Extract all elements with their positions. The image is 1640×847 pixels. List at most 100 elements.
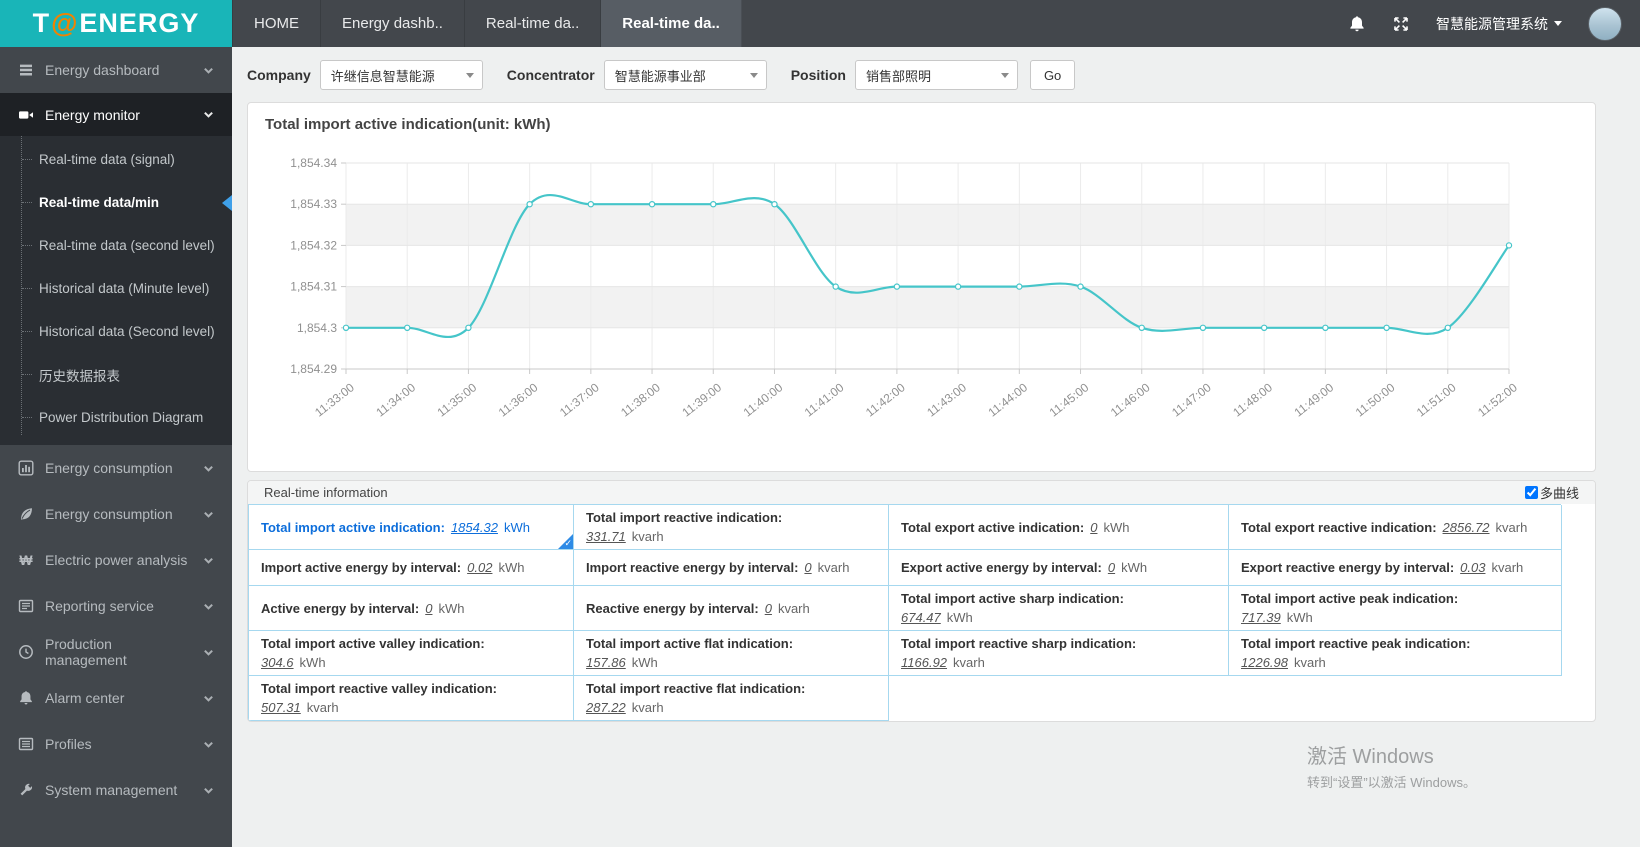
- chevron-down-icon: [204, 695, 213, 702]
- svg-text:1,854.3: 1,854.3: [297, 321, 337, 335]
- svg-text:11:34:00: 11:34:00: [373, 380, 418, 419]
- tab-energy-dashboard[interactable]: Energy dashb..: [321, 0, 465, 47]
- cell-active-energy-interval[interactable]: Active energy by interval: 0 kWh: [249, 586, 574, 631]
- list-icon: [18, 737, 34, 751]
- cell-total-import-active-indication[interactable]: Total import active indication: 1854.32 kW…: [249, 505, 574, 550]
- table-row: Import active energy by interval: 0.02 kWh…: [249, 550, 1562, 586]
- cell-reactive-energy-interval[interactable]: Reactive energy by interval: 0 kvarh: [574, 586, 889, 631]
- go-button[interactable]: Go: [1029, 60, 1076, 90]
- concentrator-select[interactable]: 智慧能源事业部: [603, 60, 767, 90]
- svg-text:11:46:00: 11:46:00: [1108, 380, 1153, 419]
- chevron-down-icon: [204, 67, 213, 74]
- svg-text:11:35:00: 11:35:00: [435, 380, 480, 419]
- position-label: Position: [790, 67, 846, 83]
- sidebar-item-label: Electric power analysis: [45, 552, 188, 568]
- sidebar-item-system-management[interactable]: System management: [0, 767, 232, 813]
- svg-text:1,854.32: 1,854.32: [290, 238, 337, 252]
- cell-total-export-reactive-indication[interactable]: Total export reactive indication: 2856.72…: [1229, 505, 1562, 550]
- svg-text:11:41:00: 11:41:00: [802, 380, 847, 419]
- cell-total-import-reactive-flat[interactable]: Total import reactive flat indication: 28…: [574, 676, 889, 721]
- notification-bell-icon[interactable]: [1348, 15, 1366, 33]
- cell-export-active-energy-interval[interactable]: Export active energy by interval: 0 kWh: [889, 550, 1229, 586]
- sidebar-subitem-realtime-data-min[interactable]: Real-time data/min: [0, 181, 232, 224]
- sidebar-item-energy-consumption-1[interactable]: Energy consumption: [0, 445, 232, 491]
- cell-total-import-active-sharp[interactable]: Total import active sharp indication: 674…: [889, 586, 1229, 631]
- tab-home[interactable]: HOME: [232, 0, 321, 47]
- cell-total-import-reactive-indication[interactable]: Total import reactive indication: 331.71 k…: [574, 505, 889, 550]
- tab-realtime-data-2[interactable]: Real-time da..: [601, 0, 742, 47]
- bar-chart-icon: [18, 460, 34, 476]
- svg-text:11:33:00: 11:33:00: [312, 380, 357, 419]
- cell-total-import-active-peak[interactable]: Total import active peak indication: 717.…: [1229, 586, 1562, 631]
- app-window: T @ ENERGY HOME Energy dashb.. Real-time d…: [0, 0, 1640, 847]
- won-icon: ₩: [19, 552, 33, 568]
- multi-curve-label: 多曲线: [1539, 486, 1579, 501]
- realtime-info-table: Total import active indication: 1854.32 kW…: [248, 504, 1562, 721]
- empty-cell: [1229, 676, 1562, 721]
- empty-cell: [889, 676, 1229, 721]
- fullscreen-icon[interactable]: [1392, 15, 1410, 33]
- tab-realtime-data-1[interactable]: Real-time da..: [465, 0, 602, 47]
- sidebar-subitem-realtime-data-signal[interactable]: Real-time data (signal): [0, 138, 232, 181]
- svg-text:1,854.33: 1,854.33: [290, 197, 337, 211]
- svg-text:11:36:00: 11:36:00: [496, 380, 541, 419]
- cell-total-import-reactive-valley[interactable]: Total import reactive valley indication:…: [249, 676, 574, 721]
- chevron-down-icon: [204, 603, 213, 610]
- clock-icon: [19, 645, 33, 659]
- top-bar: T @ ENERGY HOME Energy dashb.. Real-time d…: [0, 0, 1640, 47]
- main-content: Company 许继信息智慧能源 Concentrator 智慧能源事业部 Po…: [232, 47, 1640, 847]
- sidebar: Energy dashboard Energy monitor Real-tim…: [0, 47, 232, 847]
- cell-import-reactive-energy-interval[interactable]: Import reactive energy by interval: 0 kvar…: [574, 550, 889, 586]
- svg-text:11:49:00: 11:49:00: [1291, 380, 1336, 419]
- system-name-menu[interactable]: 智慧能源管理系统: [1436, 14, 1562, 34]
- top-nav: HOME Energy dashb.. Real-time da.. Real-…: [232, 0, 1640, 47]
- windows-activation-watermark: 激活 Windows 转到“设置”以激活 Windows。: [1307, 746, 1477, 790]
- sidebar-item-energy-dashboard[interactable]: Energy dashboard: [0, 47, 232, 93]
- cell-total-import-active-valley[interactable]: Total import active valley indication: 30…: [249, 631, 574, 676]
- table-row: Total import active valley indication: 30…: [249, 631, 1562, 676]
- video-camera-icon: [19, 110, 33, 119]
- sidebar-item-alarm-center[interactable]: Alarm center: [0, 675, 232, 721]
- cell-export-reactive-energy-interval[interactable]: Export reactive energy by interval: 0.03 k…: [1229, 550, 1562, 586]
- chevron-down-icon: [204, 741, 213, 748]
- chevron-down-icon: [1554, 21, 1562, 26]
- energy-monitor-submenu: Real-time data (signal) Real-time data/m…: [0, 136, 232, 445]
- chevron-down-icon: [204, 787, 213, 794]
- svg-text:1,854.29: 1,854.29: [290, 362, 337, 376]
- chevron-down-icon: [204, 557, 213, 564]
- sidebar-item-profiles[interactable]: Profiles: [0, 721, 232, 767]
- sidebar-subitem-historical-data-report[interactable]: 历史数据报表: [0, 353, 232, 396]
- logo-text-2: ENERGY: [79, 8, 200, 38]
- sidebar-item-energy-monitor[interactable]: Energy monitor: [0, 93, 232, 136]
- chevron-down-icon: [204, 111, 213, 118]
- realtime-info-panel: Real-time information 多曲线 Total import a…: [247, 480, 1596, 722]
- svg-text:11:39:00: 11:39:00: [679, 380, 724, 419]
- sidebar-item-production-management[interactable]: Production management: [0, 629, 232, 675]
- svg-text:11:40:00: 11:40:00: [741, 380, 786, 419]
- chart-panel: Total import active indication(unit: kWh…: [247, 102, 1596, 472]
- sidebar-item-energy-consumption-2[interactable]: Energy consumption: [0, 491, 232, 537]
- sidebar-subitem-realtime-data-second-level[interactable]: Real-time data (second level): [0, 224, 232, 267]
- sidebar-subitem-power-distribution-diagram[interactable]: Power Distribution Diagram: [0, 396, 232, 439]
- company-select[interactable]: 许继信息智慧能源: [319, 60, 483, 90]
- sidebar-subitem-historical-data-second[interactable]: Historical data (Second level): [0, 310, 232, 353]
- svg-text:11:47:00: 11:47:00: [1169, 380, 1214, 419]
- user-avatar[interactable]: [1588, 6, 1622, 41]
- company-select-value: 许继信息智慧能源: [330, 68, 435, 84]
- sidebar-subitem-historical-data-minute[interactable]: Historical data (Minute level): [0, 267, 232, 310]
- cell-total-import-active-flat[interactable]: Total import active flat indication: 157.…: [574, 631, 889, 676]
- chevron-down-icon: [204, 511, 213, 518]
- cell-total-import-reactive-sharp[interactable]: Total import reactive sharp indication: 1…: [889, 631, 1229, 676]
- position-select[interactable]: 销售部照明: [854, 60, 1018, 90]
- sidebar-item-label: Energy dashboard: [45, 62, 160, 78]
- svg-text:11:42:00: 11:42:00: [863, 380, 908, 419]
- sidebar-item-reporting-service[interactable]: Reporting service: [0, 583, 232, 629]
- cell-total-import-reactive-peak[interactable]: Total import reactive peak indication: 12…: [1229, 631, 1562, 676]
- cell-total-export-active-indication[interactable]: Total export active indication: 0 kWh: [889, 505, 1229, 550]
- cell-import-active-energy-interval[interactable]: Import active energy by interval: 0.02 kWh: [249, 550, 574, 586]
- multi-curve-toggle: 多曲线: [1524, 483, 1579, 502]
- sidebar-item-electric-power-analysis[interactable]: ₩ Electric power analysis: [0, 537, 232, 583]
- sidebar-item-label: Profiles: [45, 736, 92, 752]
- filter-bar: Company 许继信息智慧能源 Concentrator 智慧能源事业部 Po…: [247, 59, 1596, 91]
- multi-curve-checkbox[interactable]: [1524, 486, 1538, 499]
